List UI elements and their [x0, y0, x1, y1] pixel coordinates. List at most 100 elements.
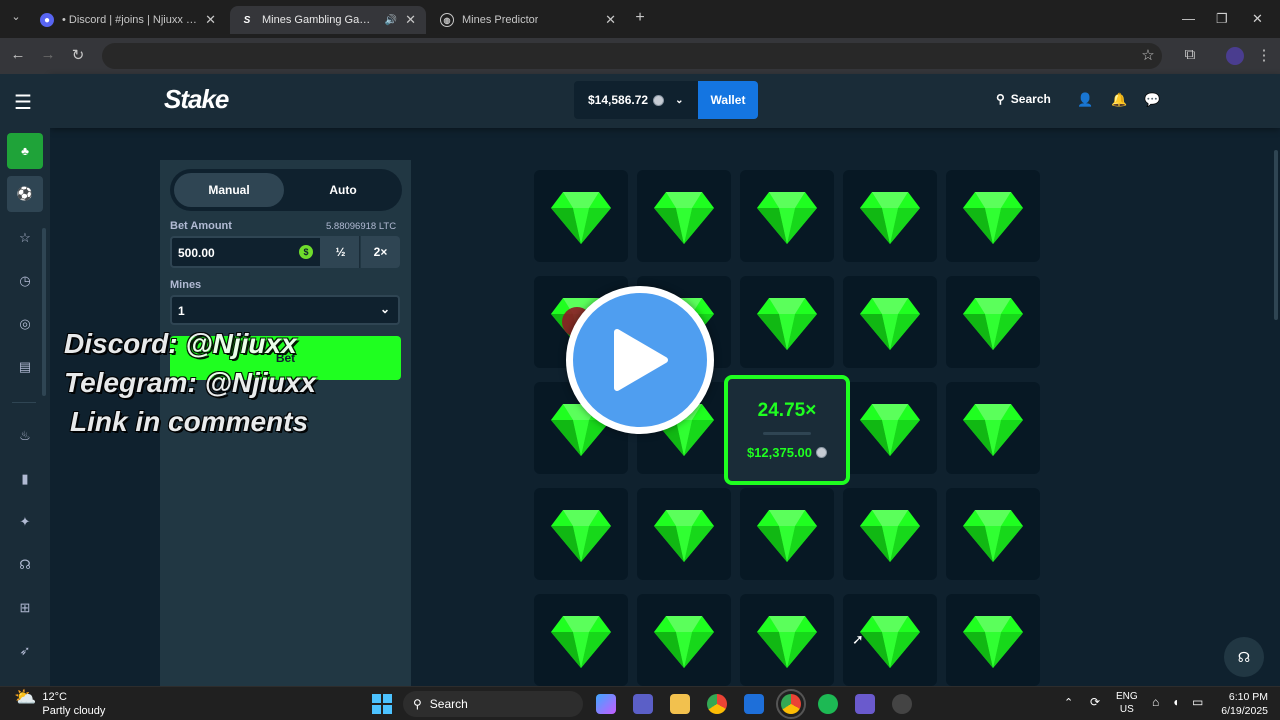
bookmark-icon[interactable]: ▮: [14, 468, 36, 490]
wallet-button[interactable]: Wallet: [698, 81, 758, 119]
tab-discord[interactable]: ● • Discord | #joins | Njiuxx Syste ✕: [30, 6, 226, 34]
search-button[interactable]: ⚲ Search: [996, 92, 1051, 106]
new-tab-button[interactable]: +: [630, 9, 650, 27]
windows-start-icon[interactable]: [372, 694, 392, 714]
close-window-icon[interactable]: ✕: [1252, 11, 1263, 27]
close-icon[interactable]: ✕: [605, 12, 616, 28]
app-icon[interactable]: [892, 694, 912, 714]
mine-tile[interactable]: [843, 170, 937, 262]
chrome-icon[interactable]: [707, 694, 727, 714]
language-indicator[interactable]: ENG US: [1116, 690, 1138, 716]
teams-icon[interactable]: [633, 694, 653, 714]
rocket-icon[interactable]: ➶: [14, 640, 36, 662]
url-field[interactable]: [102, 43, 1162, 69]
menu-icon[interactable]: ⋮: [1254, 46, 1274, 64]
search-icon: ⚲: [413, 697, 422, 711]
mine-tile[interactable]: [946, 276, 1040, 368]
chrome-active-icon[interactable]: [776, 689, 806, 719]
hot-icon[interactable]: ♨: [14, 425, 36, 447]
tab-auto[interactable]: Auto: [288, 173, 398, 207]
mine-tile[interactable]: [740, 170, 834, 262]
bet-amount-input[interactable]: 500.00 $: [170, 236, 322, 268]
balance-selector[interactable]: $14,586.72 ⌄: [574, 81, 698, 119]
back-icon[interactable]: ←: [8, 46, 28, 63]
vpn-icon[interactable]: [855, 694, 875, 714]
close-icon[interactable]: ✕: [205, 12, 216, 28]
play-icon: [614, 329, 668, 391]
volume-icon[interactable]: ◖: [1172, 695, 1179, 709]
forward-icon[interactable]: →: [38, 46, 58, 63]
mine-tile[interactable]: [534, 594, 628, 686]
battery-icon[interactable]: ▭: [1192, 695, 1203, 709]
file-explorer-icon[interactable]: [670, 694, 690, 714]
casino-icon[interactable]: ♣: [7, 133, 43, 169]
sync-icon[interactable]: ⟳: [1090, 695, 1100, 709]
user-icon[interactable]: 👤: [1077, 92, 1093, 108]
defender-icon[interactable]: [744, 694, 764, 714]
mine-tile[interactable]: [534, 170, 628, 262]
mine-tile[interactable]: [637, 594, 731, 686]
mine-tile[interactable]: [740, 276, 834, 368]
headset-icon[interactable]: ☊: [14, 554, 36, 576]
tab-title: Mines Gambling Game - Pl: [262, 14, 377, 26]
gem-icon: [654, 510, 714, 562]
profile-avatar[interactable]: [1226, 47, 1244, 65]
challenges-icon[interactable]: ◎: [14, 313, 36, 335]
double-bet-button[interactable]: 2×: [361, 236, 400, 268]
network-icon[interactable]: ⌂: [1152, 695, 1159, 709]
gem-icon: [757, 616, 817, 668]
mine-tile[interactable]: [637, 170, 731, 262]
mine-tile[interactable]: [946, 594, 1040, 686]
close-icon[interactable]: ✕: [405, 12, 416, 28]
speaker-icon[interactable]: 🔊: [385, 15, 397, 26]
gift-icon[interactable]: ⊞: [14, 597, 36, 619]
reload-icon[interactable]: ↻: [68, 46, 88, 64]
my-bets-icon[interactable]: ▤: [14, 356, 36, 378]
mine-tile[interactable]: [637, 488, 731, 580]
address-bar: ← → ↻ ☆ ⧉ ⋮: [0, 38, 1280, 74]
tab-mines-predictor[interactable]: ◍ Mines Predictor ✕: [430, 6, 626, 34]
chevron-up-icon[interactable]: ⌃: [1064, 696, 1073, 709]
minimize-icon[interactable]: —: [1182, 11, 1195, 26]
spotify-icon[interactable]: [818, 694, 838, 714]
tab-search-icon[interactable]: ⌄: [6, 10, 26, 23]
gem-icon: [860, 404, 920, 456]
weather-condition: Partly cloudy: [42, 705, 106, 717]
mine-tile[interactable]: [534, 488, 628, 580]
mine-tile[interactable]: [946, 382, 1040, 474]
chat-icon[interactable]: 💬: [1144, 92, 1160, 108]
overlay-link-text: Link in comments: [70, 406, 309, 437]
mine-tile[interactable]: [843, 382, 937, 474]
play-video-button[interactable]: [566, 286, 714, 434]
mine-tile[interactable]: [740, 594, 834, 686]
mines-select[interactable]: 1 ⌄: [170, 295, 400, 325]
promotions-icon[interactable]: ✦: [14, 511, 36, 533]
extensions-icon[interactable]: ⧉: [1180, 46, 1200, 63]
support-headset-icon[interactable]: ☊: [1224, 637, 1264, 677]
clock[interactable]: 6:10 PM 6/19/2025: [1210, 690, 1268, 718]
tab-manual[interactable]: Manual: [174, 173, 284, 207]
gem-icon: [757, 298, 817, 350]
recent-icon[interactable]: ◷: [14, 270, 36, 292]
stake-logo[interactable]: Stake: [164, 84, 229, 115]
date: 6/19/2025: [1221, 705, 1268, 717]
tab-mines[interactable]: S Mines Gambling Game - Pl 🔊 ✕: [230, 6, 426, 34]
mine-tile[interactable]: [843, 276, 937, 368]
notifications-icon[interactable]: 🔔: [1111, 92, 1127, 108]
hamburger-menu-icon[interactable]: ☰: [14, 90, 32, 115]
mine-tile[interactable]: [946, 488, 1040, 580]
mine-tile[interactable]: [843, 488, 937, 580]
sports-icon[interactable]: ⚽: [7, 176, 43, 212]
favourites-icon[interactable]: ☆: [14, 227, 36, 249]
weather-widget[interactable]: ⛅ 12°C Partly cloudy: [14, 688, 106, 718]
overlay-telegram-text: Telegram: @Njiuxx: [64, 367, 316, 398]
bookmark-star-icon[interactable]: ☆: [1138, 46, 1158, 64]
mine-tile[interactable]: [946, 170, 1040, 262]
page-scrollbar[interactable]: [1274, 150, 1278, 320]
taskbar-search[interactable]: ⚲ Search: [403, 691, 583, 717]
half-bet-button[interactable]: ½: [322, 236, 360, 268]
sidebar-scrollbar[interactable]: [42, 228, 46, 396]
mine-tile[interactable]: [740, 488, 834, 580]
copilot-icon[interactable]: [596, 694, 616, 714]
restore-icon[interactable]: ❐: [1216, 11, 1228, 27]
